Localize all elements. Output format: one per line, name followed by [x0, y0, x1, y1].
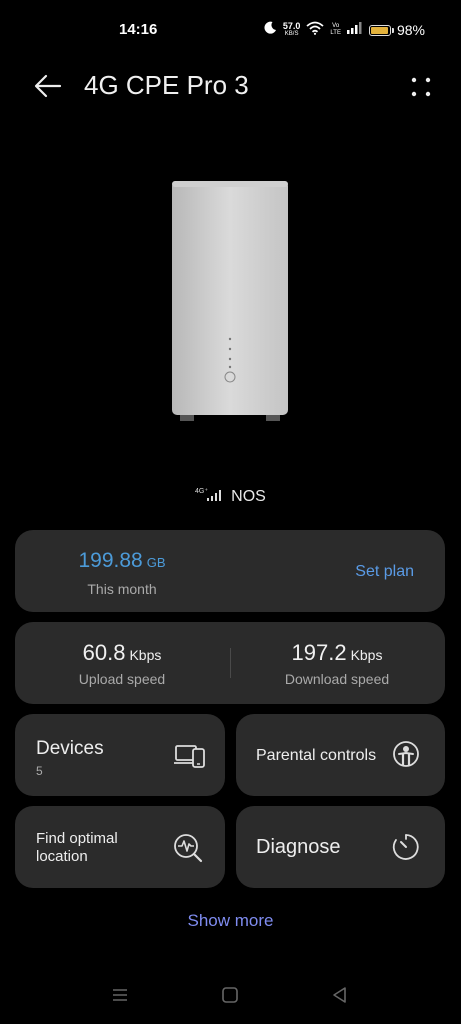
diagnose-timer-icon	[389, 830, 423, 864]
moon-icon	[264, 21, 277, 39]
operator-name: NOS	[231, 487, 266, 505]
signal-4g-icon: 4G⁺	[195, 486, 225, 507]
data-plan-card[interactable]: 199.88 GB This month Set plan	[15, 530, 445, 612]
speed-card: 60.8 Kbps Upload speed 197.2 Kbps Download…	[15, 622, 445, 704]
svg-text:4G⁺: 4G⁺	[195, 488, 208, 495]
parental-controls-label: Parental controls	[256, 747, 377, 764]
devices-tile[interactable]: Devices 5	[15, 714, 225, 796]
app-header: 4G CPE Pro 3	[0, 60, 461, 116]
data-usage-period: This month	[87, 581, 157, 597]
menu-icon[interactable]	[108, 983, 132, 1007]
signal-search-icon	[171, 831, 205, 865]
network-speed: 57.0 KB/S	[282, 21, 301, 38]
devices-icon	[173, 738, 207, 772]
more-dots-icon	[401, 77, 441, 110]
child-shield-icon	[389, 738, 423, 772]
router-device-image	[170, 181, 290, 421]
volte-indicator: Vo LTE	[330, 23, 341, 36]
show-more-link[interactable]: Show more	[0, 911, 461, 931]
battery-percent: 98%	[396, 22, 425, 38]
battery-icon	[368, 24, 394, 36]
back-button[interactable]	[28, 66, 68, 106]
page-title: 4G CPE Pro 3	[84, 70, 249, 100]
set-plan-button[interactable]: Set plan	[355, 563, 414, 581]
system-nav-bar	[0, 975, 461, 1015]
devices-count: 5	[36, 764, 43, 778]
upload-speed: 60.8 Kbps Upload speed	[78, 640, 166, 687]
home-icon[interactable]	[218, 983, 242, 1007]
status-time: 14:16	[119, 21, 158, 38]
signal-icon	[346, 21, 363, 39]
network-status: 4G⁺ NOS	[0, 486, 461, 507]
find-location-tile[interactable]: Find optimal location	[15, 806, 225, 888]
arrow-left-icon	[28, 74, 68, 110]
diagnose-tile[interactable]: Diagnose	[236, 806, 445, 888]
status-icons: 57.0 KB/S Vo LTE 98%	[264, 18, 425, 42]
devices-label: Devices	[36, 738, 104, 759]
more-options-button[interactable]	[401, 66, 441, 106]
diagnose-label: Diagnose	[256, 836, 341, 858]
parental-controls-tile[interactable]: Parental controls	[236, 714, 445, 796]
wifi-icon	[306, 21, 324, 40]
data-usage-value: 199.88 GB	[78, 549, 166, 572]
status-bar: 14:16 57.0 KB/S Vo LTE 98%	[0, 0, 461, 60]
find-location-label: Find optimal location	[36, 830, 118, 865]
download-speed: 197.2 Kbps Download speed	[284, 640, 390, 687]
nav-back-icon[interactable]	[328, 983, 352, 1007]
